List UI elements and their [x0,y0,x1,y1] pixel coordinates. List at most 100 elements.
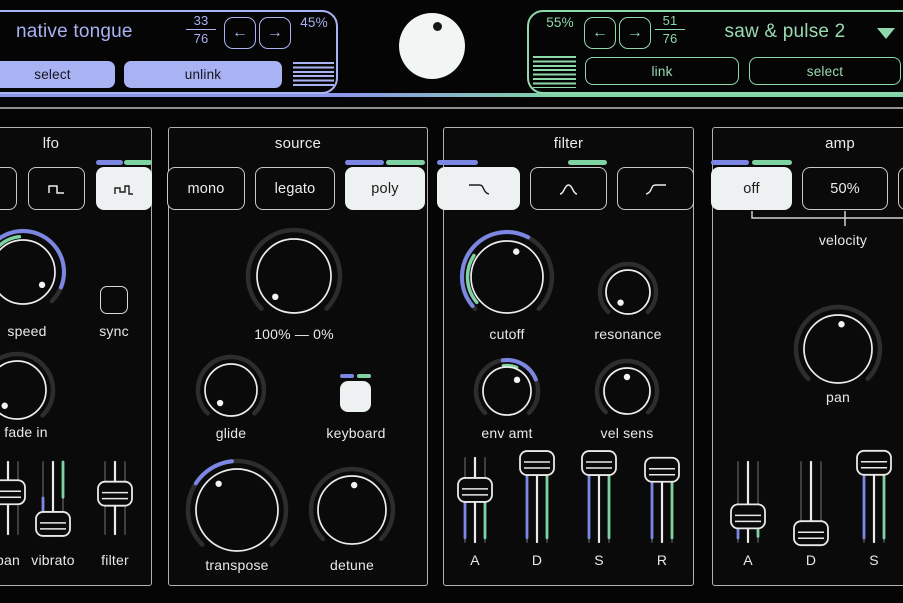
synth-b-selection-bar [357,374,371,378]
knob-label-env-amt: env amt [447,424,567,442]
filter-bandpass-button[interactable] [530,167,607,210]
knob-label-amount: 100% — 0% [234,325,354,343]
preset-name-b[interactable]: saw & pulse 2 [700,21,870,43]
synth-a-selection-bar [711,160,749,165]
knob-speed[interactable] [0,225,70,319]
knob-label-fade-in: fade in [0,423,86,441]
knob-label-cutoff: cutoff [447,325,567,343]
knob-amount[interactable] [242,224,346,328]
bandpass-curve-icon [555,180,583,198]
filter-panel-title: filter [444,128,693,152]
menu-lines-icon[interactable] [293,62,334,88]
highpass-curve-icon [642,180,670,198]
level-percent-a: 45% [294,15,334,30]
slider-filter-decay[interactable] [515,442,559,560]
patch-counter-a: 33 76 [183,13,219,46]
slider-filter-attack[interactable] [453,442,497,560]
menu-lines-icon[interactable] [533,56,576,88]
knob-label-transpose: transpose [177,556,297,574]
synth-a-selection-bar [345,160,384,165]
right-arrow-icon: → [627,24,643,42]
fraction-line [655,29,685,30]
filter-highpass-button[interactable] [617,167,694,210]
mode-poly-button[interactable]: poly [345,167,425,210]
master-knob[interactable] [399,13,465,79]
velocity-50-label: 50% [830,181,860,197]
patch-name-a: native tongue [16,21,133,43]
random-step-wave-icon [113,181,135,197]
knob-label-speed: speed [0,322,87,340]
synth-b-selection-bar [752,160,792,165]
link-button[interactable]: link [585,57,739,85]
next-patch-b-button[interactable]: → [619,17,651,49]
synth-b-selection-bar [386,160,425,165]
left-arrow-icon: ← [592,24,608,42]
knob-transpose[interactable] [182,455,292,565]
patch-counter-b-den: 76 [652,31,688,46]
slider-amp-sustain[interactable] [852,446,896,560]
left-arrow-icon: ← [232,24,248,42]
pulse-wave-icon [47,181,67,197]
select-a-button[interactable]: select [0,61,115,88]
slider-filter-release[interactable] [640,442,684,560]
synth-a-selection-bar [340,374,354,378]
lfo-wave-sine-button[interactable] [0,167,17,210]
slider-amp-attack[interactable] [726,446,770,560]
knob-pan[interactable] [790,301,886,397]
knob-label-vel-sens: vel sens [567,424,687,442]
slider-lfo-pan[interactable] [0,446,30,552]
knob-detune[interactable] [305,463,399,557]
knob-fade-in[interactable] [0,348,59,432]
knob-glide[interactable] [192,351,270,429]
knob-label-detune: detune [292,556,412,574]
slider-amp-decay[interactable] [789,446,833,560]
lowpass-curve-icon [464,180,494,198]
knob-resonance[interactable] [594,258,662,326]
knob-env-amt[interactable] [470,354,544,428]
select-b-button[interactable]: select [749,57,901,85]
select-a-label: select [34,67,70,82]
slider-filter-sustain[interactable] [577,442,621,560]
patch-counter-b: 51 76 [652,13,688,46]
next-patch-a-button[interactable]: → [259,17,291,49]
level-percent-b: 55% [540,15,580,30]
mode-mono-label: mono [187,181,224,197]
slider-lfo-vibrato[interactable] [31,446,75,552]
knob-label-resonance: resonance [568,325,688,343]
synth-ui: native tongue 33 76 ← → 45% select unlin… [0,0,903,603]
patch-counter-b-num: 51 [652,13,688,28]
patch-counter-a-num: 33 [183,13,219,28]
knob-cutoff[interactable] [456,226,558,328]
patch-counter-a-den: 76 [183,31,219,46]
mode-legato-button[interactable]: legato [255,167,335,210]
filter-lowpass-button[interactable] [437,167,520,210]
unlink-button[interactable]: unlink [124,61,282,88]
divider-line [0,107,903,109]
knob-label-pan: pan [778,388,898,406]
prev-patch-b-button[interactable]: ← [584,17,616,49]
select-b-label: select [807,64,843,79]
right-arrow-icon: → [267,24,283,42]
velocity-off-label: off [743,181,759,197]
unlink-label: unlink [185,67,221,82]
master-knob-indicator [433,22,442,31]
dropdown-caret-icon[interactable] [877,28,895,39]
lfo-wave-random-button[interactable] [96,167,152,210]
link-label: link [651,64,672,79]
sync-checkbox[interactable] [100,286,128,314]
keyboard-label: keyboard [296,424,416,442]
knob-vel-sens[interactable] [591,355,663,427]
keyboard-toggle[interactable] [340,381,371,412]
prev-patch-a-button[interactable]: ← [224,17,256,49]
knob-label-glide: glide [171,424,291,442]
mode-legato-label: legato [275,181,316,197]
lfo-panel-title: lfo [0,128,151,152]
source-panel-title: source [169,128,427,152]
lfo-wave-pulse-button[interactable] [28,167,85,210]
synth-b-selection-bar [124,160,152,165]
amp-panel-title: amp [713,128,903,152]
synth-a-selection-bar [437,160,478,165]
velocity-group-bracket [740,204,903,230]
slider-lfo-filter[interactable] [93,446,137,552]
mode-mono-button[interactable]: mono [167,167,245,210]
